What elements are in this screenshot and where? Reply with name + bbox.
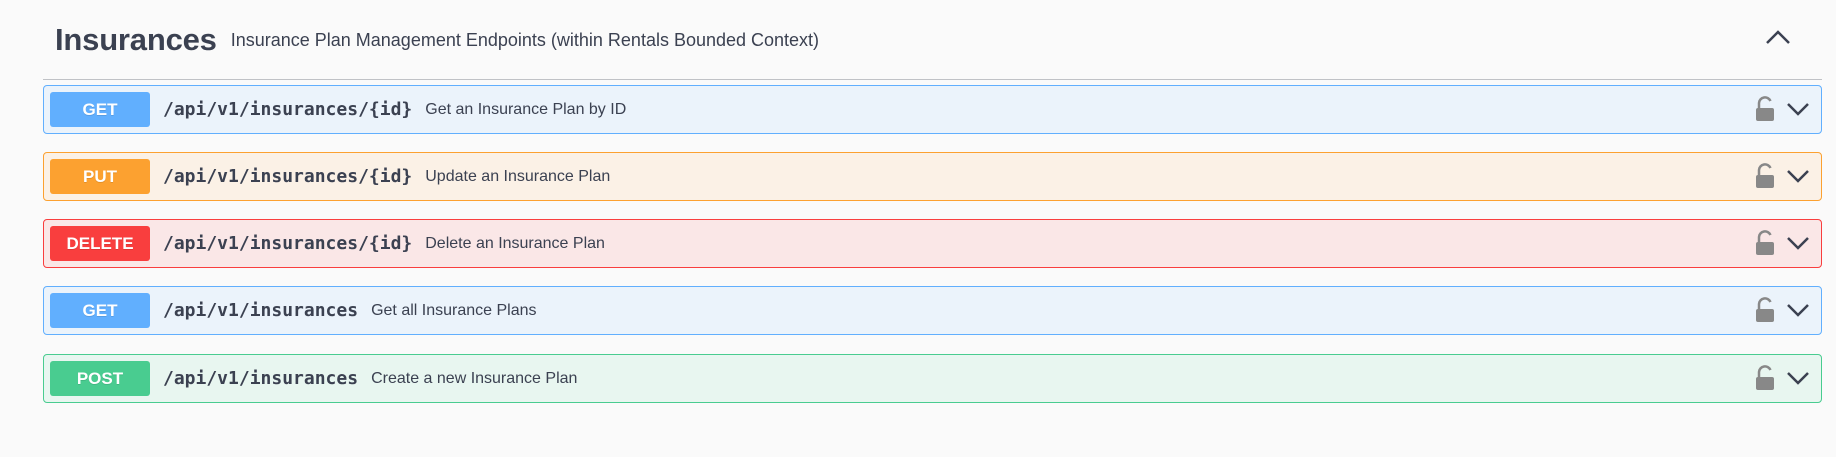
operation-create-insurance[interactable]: POST /api/v1/insurances Create a new Ins… [43,354,1822,403]
operation-get-insurance-by-id[interactable]: GET /api/v1/insurances/{id} Get an Insur… [43,85,1822,134]
operation-update-insurance[interactable]: PUT /api/v1/insurances/{id} Update an In… [43,152,1822,201]
operation-summary: Delete an Insurance Plan [425,234,605,252]
lock-icon[interactable] [1754,230,1776,256]
operation-summary: Update an Insurance Plan [425,167,611,185]
operation-path: /api/v1/insurances [163,300,359,321]
tag-title: Insurances [55,21,217,57]
chevron-down-icon[interactable] [1785,368,1811,388]
lock-icon[interactable] [1754,297,1776,323]
tag-description: Insurance Plan Management Endpoints (wit… [230,30,820,50]
operation-path: /api/v1/insurances/{id} [163,99,413,120]
operation-get-all-insurances[interactable]: GET /api/v1/insurances Get all Insurance… [43,286,1822,335]
method-badge: GET [50,92,150,127]
chevron-down-icon[interactable] [1785,300,1811,320]
operation-path: /api/v1/insurances/{id} [163,166,413,187]
operation-summary: Get an Insurance Plan by ID [425,100,627,118]
lock-icon[interactable] [1754,365,1776,391]
lock-icon[interactable] [1754,163,1776,189]
operation-delete-insurance[interactable]: DELETE /api/v1/insurances/{id} Delete an… [43,219,1822,268]
chevron-down-icon[interactable] [1785,166,1811,186]
operation-summary: Get all Insurance Plans [371,301,537,319]
method-badge: POST [50,361,150,396]
operation-path: /api/v1/insurances/{id} [163,233,413,254]
insurances-section: Insurances Insurance Plan Management End… [43,0,1822,403]
chevron-down-icon[interactable] [1785,99,1811,119]
operation-summary: Create a new Insurance Plan [371,369,578,387]
chevron-down-icon[interactable] [1785,233,1811,253]
tag-header[interactable]: Insurances Insurance Plan Management End… [43,0,1822,80]
operation-path: /api/v1/insurances [163,368,359,389]
chevron-up-icon[interactable] [1764,26,1792,48]
lock-icon[interactable] [1754,96,1776,122]
method-badge: GET [50,293,150,328]
method-badge: DELETE [50,226,150,261]
method-badge: PUT [50,159,150,194]
